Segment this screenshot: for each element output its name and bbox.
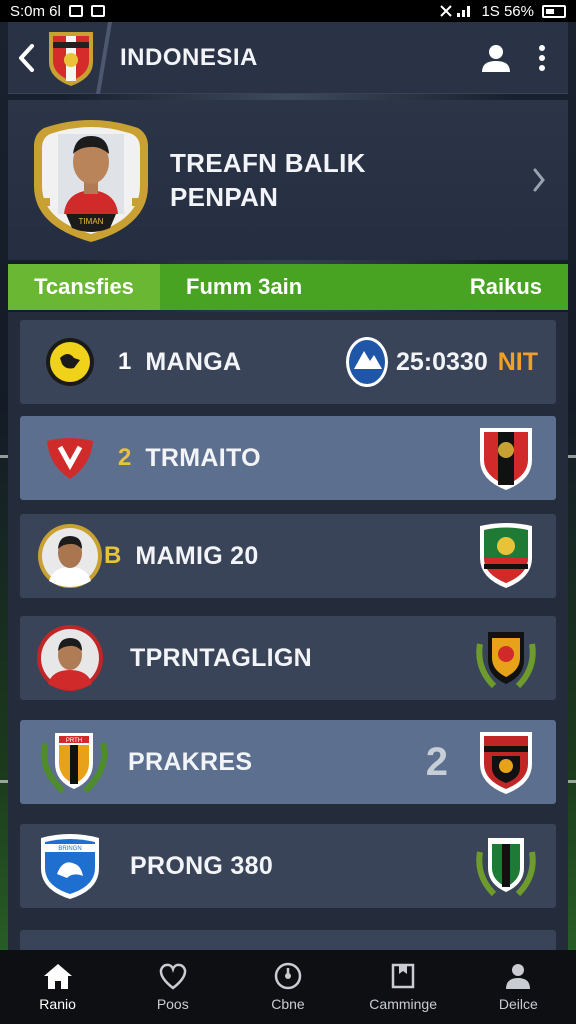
player-name: TRMAITO [145,443,261,472]
red-black-crest-icon [480,428,532,490]
pitch-line-right-2 [568,780,576,783]
player-avatar [36,624,104,692]
list-item[interactable]: PRTH PRAKRES 2 [20,720,556,804]
home-icon [43,964,72,989]
signal-icon [440,5,471,17]
player-name-line1: TREAFN BALIK [170,148,366,178]
chevron-right-icon [533,168,545,192]
laurel-shield-icon: PRTH [40,733,108,794]
notification-icon-2 [90,5,105,17]
tab-rankings[interactable]: Raikus [470,264,568,310]
battery-icon [542,4,566,18]
status-bar: S:0m 6l 1S 56% [0,0,576,22]
rank-number: B [104,542,122,569]
more-vertical-icon [539,44,545,71]
player-list: 1 MANGA 25:0330 NIT 2 TRMAITO B MAMIG 20… [8,312,568,950]
player-name: PRONG 380 [130,851,274,880]
club-badge [36,328,104,396]
tab-bar: Tcansfies Fumm 3ain Raikus [8,264,568,310]
player-avatar [36,522,104,590]
clock-icon [274,962,302,990]
tab-form[interactable]: Fumm 3ain [160,264,302,310]
pitch-line-left-2 [0,780,8,783]
list-item[interactable]: TPRNTAGLIGN [20,616,556,700]
blue-shield-icon: BRINGN [41,834,99,899]
pitch-line-right [568,455,576,458]
tab-transfers[interactable]: Tcansfies [8,264,160,310]
list-item[interactable]: 2 TRMAITO [20,416,556,500]
avatar [38,524,102,588]
nav-label: Deilce [498,996,538,1012]
green-laurel-crest-icon [476,838,536,897]
blue-club-icon [345,337,388,387]
crest-text: PRTH [66,738,82,744]
bottom-navigation: Ranio Poos Cbne Camminge Deilce [0,950,576,1024]
club-badge [36,424,104,492]
score-value: 25:0330 [395,347,488,376]
nav-clock[interactable]: Cbne [230,962,345,1012]
player-profile-card[interactable]: TIMAN TREAFN BALIK PENPAN [8,100,568,260]
nav-favorites[interactable]: Poos [115,962,230,1012]
nav-label: Camminge [369,996,437,1012]
laurel-crest-icon [476,632,536,689]
player-name: MAMIG 20 [135,541,259,570]
list-item[interactable]: BRINGN PRONG 380 [20,824,556,908]
profile-icon [506,964,531,989]
player-name: TPRNTAGLIGN [130,643,312,672]
list-item[interactable]: B MAMIG 20 [20,514,556,598]
nav-home[interactable]: Ranio [0,962,115,1012]
status-battery-text: 1S 56% [481,2,534,20]
header-slash-decoration [96,22,112,94]
player-name-line2: PENPAN [170,182,279,212]
player-badge-text: TIMAN [79,217,104,226]
player-name: MANGA [145,347,242,376]
heart-icon [159,963,187,990]
user-icon [482,44,510,72]
player-name: PRAKRES [128,747,253,776]
rank-number: 1 [118,348,132,375]
green-crest-icon [480,523,532,588]
rank-change-indicator: 2 [425,739,448,784]
nav-bookmarks[interactable]: Camminge [346,962,461,1012]
list-item[interactable]: 1 MANGA 25:0330 NIT [20,320,556,404]
nav-label: Ranio [39,996,76,1012]
crest-text: BRINGN [58,846,81,852]
bookmark-icon [391,963,415,989]
list-item-partial[interactable] [20,930,556,950]
red-shield-icon [47,438,93,479]
more-options-button[interactable] [538,44,546,72]
avatar [37,625,103,691]
nav-label: Poos [156,996,189,1012]
yellow-club-icon [46,338,94,386]
rank-number: 2 [118,444,132,471]
app-header: INDONESIA [8,22,568,94]
nav-profile[interactable]: Deilce [461,962,576,1012]
page-title: INDONESIA [120,43,258,71]
score-unit: NIT [497,347,538,376]
team-crest-icon [49,31,93,86]
notification-icon [68,5,83,17]
back-button[interactable] [8,22,44,94]
club-badge: BRINGN [36,832,104,900]
nav-label: Cbne [271,996,305,1012]
status-time: S:0m 6l [10,2,61,20]
player-badge: TIMAN [34,120,148,242]
red-white-crest-icon [480,732,532,794]
pitch-line-left [0,455,8,458]
club-badge: PRTH [36,728,112,796]
chevron-left-icon [19,43,34,72]
profile-button[interactable] [480,43,512,73]
